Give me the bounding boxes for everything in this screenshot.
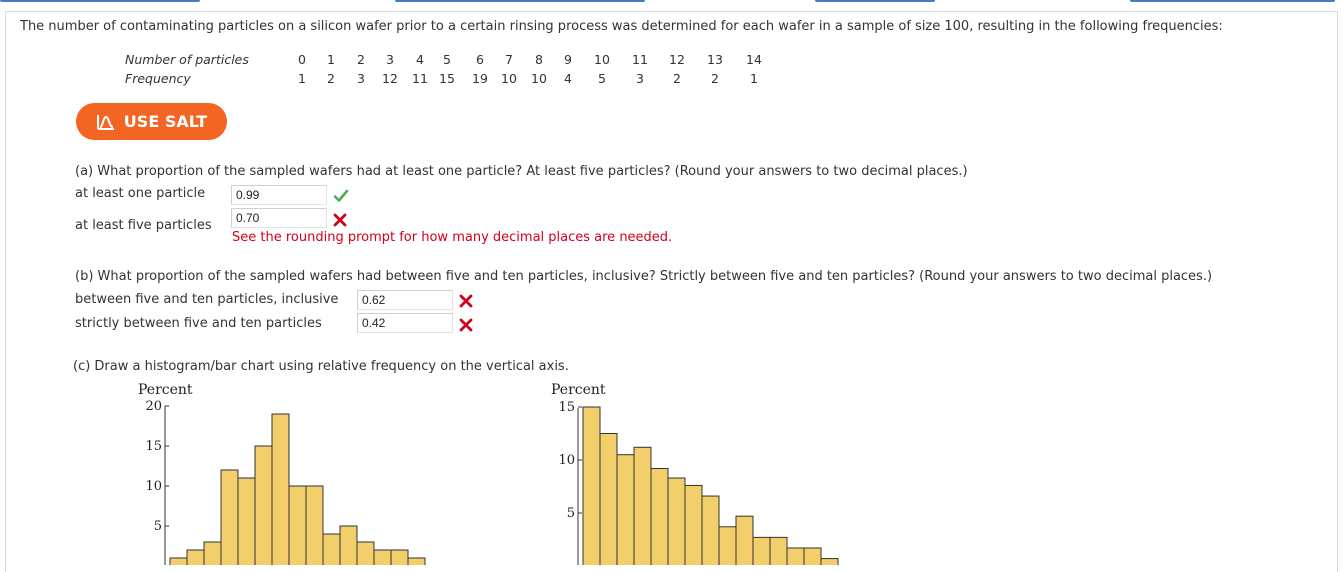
y-tick-label: 10	[145, 479, 162, 494]
histogram-bar	[169, 557, 188, 565]
histogram-bar	[752, 536, 771, 565]
histogram-bar	[322, 533, 341, 565]
histogram-bar	[735, 515, 754, 565]
histogram-bar	[356, 541, 375, 565]
histogram-bar	[220, 469, 239, 565]
histogram-charts: Percent 5 10 15 20 Percent 5 10 15	[138, 382, 839, 565]
y-tick-label: 10	[558, 453, 575, 468]
histogram-bar	[203, 541, 222, 565]
y-tick-label: 15	[145, 439, 162, 454]
histogram-bar	[599, 433, 618, 565]
histogram-bar	[305, 485, 324, 565]
y-axis-label: Percent	[551, 382, 606, 398]
histogram-bar	[237, 477, 256, 565]
histogram-bar	[186, 549, 205, 565]
histogram-option-2[interactable]: Percent 5 10 15	[551, 382, 839, 565]
histogram-bar	[582, 406, 601, 565]
histogram-bar	[339, 525, 358, 565]
histogram-bar	[701, 495, 720, 565]
y-tick-label: 5	[154, 519, 162, 534]
histogram-bar	[650, 467, 669, 565]
y-tick-label: 5	[567, 506, 575, 521]
histogram-bar	[820, 558, 839, 565]
histogram-bar	[288, 485, 307, 565]
histogram-bar	[373, 549, 392, 565]
histogram-bar	[684, 484, 703, 565]
histogram-bar	[616, 454, 635, 565]
histogram-option-1[interactable]: Percent 5 10 15 20	[138, 382, 426, 565]
histogram-bar	[390, 549, 409, 565]
histogram-bar	[254, 445, 273, 565]
histogram-bar	[718, 526, 737, 565]
histogram-bar	[786, 547, 805, 565]
y-tick-label: 15	[558, 400, 575, 415]
histogram-bar	[271, 413, 290, 565]
y-tick-label: 20	[145, 399, 162, 414]
histogram-bar	[667, 477, 686, 565]
histogram-bar	[769, 536, 788, 565]
histogram-bar	[803, 547, 822, 565]
y-axis-label: Percent	[138, 382, 193, 398]
histogram-bar	[633, 446, 652, 565]
histogram-bar	[407, 557, 426, 565]
